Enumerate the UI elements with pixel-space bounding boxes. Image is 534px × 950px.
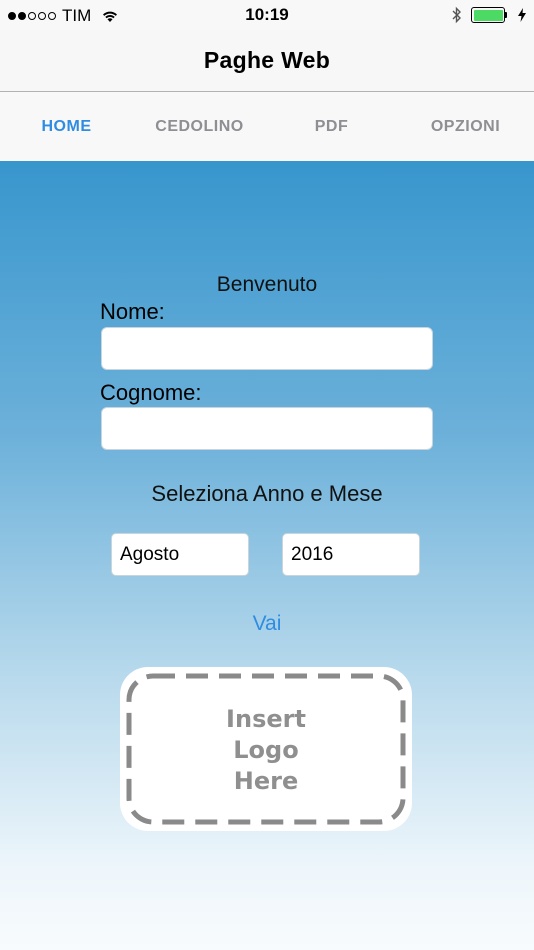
first-name-label: Nome: (100, 299, 165, 324)
month-picker[interactable]: Agosto (111, 533, 249, 576)
tab-home[interactable]: HOME (0, 92, 133, 161)
tab-opzioni[interactable]: OPZIONI (399, 92, 532, 161)
last-name-label: Cognome: (100, 380, 202, 405)
navigation-bar: Paghe Web (0, 30, 534, 92)
month-value: Agosto (120, 543, 180, 565)
battery-icon (471, 7, 507, 23)
tab-pdf[interactable]: PDF (265, 92, 398, 161)
app-title: Paghe Web (203, 47, 331, 73)
year-picker[interactable]: 2016 (282, 533, 420, 576)
tab-cedolino[interactable]: CEDOLINO (133, 92, 266, 161)
svg-text:Here: Here (234, 767, 298, 795)
go-button[interactable]: Vai (0, 612, 534, 636)
first-name-field[interactable] (101, 327, 433, 370)
tab-bar: HOME CEDOLINO PDF OPZIONI (0, 92, 534, 161)
logo-placeholder-icon: Insert Logo Here (126, 673, 406, 825)
year-value: 2016 (291, 543, 334, 565)
welcome-heading: Benvenuto (216, 273, 318, 296)
home-screen: Benvenuto Nome: Cognome: Seleziona Anno … (0, 161, 534, 950)
select-period-label: Seleziona Anno e Mese (151, 481, 383, 506)
charging-icon (518, 8, 526, 22)
svg-text:Logo: Logo (233, 736, 298, 764)
status-bar: TIM 10:19 (0, 0, 534, 30)
svg-text:Insert: Insert (226, 705, 306, 733)
logo-placeholder: Insert Logo Here (120, 667, 412, 831)
bluetooth-icon (452, 6, 461, 24)
last-name-field[interactable] (101, 407, 433, 450)
